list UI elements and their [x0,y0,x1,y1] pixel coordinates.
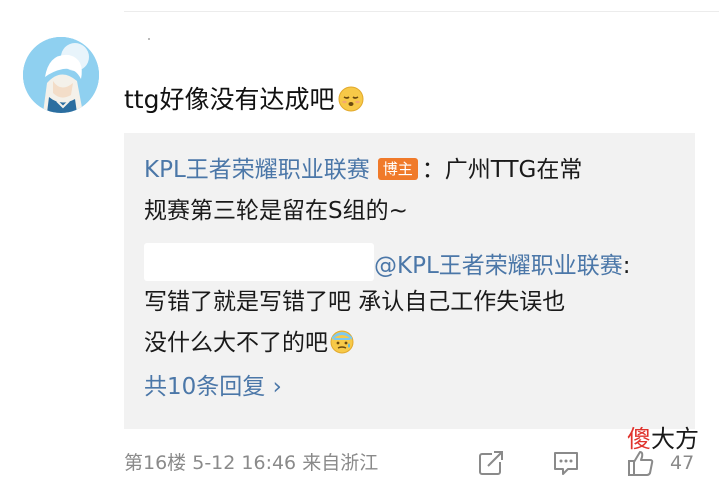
top-divider [124,11,719,12]
reply-box[interactable]: KPL王者荣耀职业联赛 博主 ：广州TTG在常 规赛第三轮是留在S组的~ @KPL王… [124,133,695,429]
watermark: 傻大方 [627,424,699,454]
mention-link[interactable]: @KPL王者荣耀职业联赛 [374,253,623,279]
comment-location: 来自浙江 [302,452,379,474]
comment-text: ttg好像没有达成吧 [124,82,364,118]
sleepy-face-emoji [338,86,364,112]
floor-number: 第16楼 [124,452,187,474]
reply-text-end: 没什么大不了的吧 [144,330,328,356]
reply-line-3: @KPL王者荣耀职业联赛: [144,243,631,283]
separator-dot [148,38,150,40]
watermark-red-char: 傻 [627,425,651,453]
reply-author-link[interactable]: KPL王者荣耀职业联赛 [144,157,370,183]
avatar[interactable] [23,37,99,113]
comment-icon[interactable] [551,448,581,478]
comment-time: 5-12 16:46 [192,452,297,474]
comment-meta: 第16楼 5-12 16:46 来自浙江 [124,450,378,476]
reply-line-4: 写错了就是写错了吧 承认自己工作失误也 [144,289,566,315]
reply-line-2: 规赛第三轮是留在S组的~ [144,198,408,224]
comment-body: ttg好像没有达成吧 [124,85,335,114]
watermark-black-chars: 大方 [651,425,699,453]
more-replies-link[interactable]: 共10条回复 › [144,370,282,404]
cold-sweat-emoji [330,330,354,354]
blogger-badge: 博主 [377,158,418,180]
share-icon[interactable] [476,448,506,478]
avatar-image [23,37,99,113]
reply-line-1: KPL王者荣耀职业联赛 博主 ：广州TTG在常 [144,153,582,187]
reply-line-5: 没什么大不了的吧 [144,326,354,360]
mention-colon: : [622,253,631,279]
reply-text-part: ：广州TTG在常 [421,157,583,183]
redacted-username [144,243,374,281]
